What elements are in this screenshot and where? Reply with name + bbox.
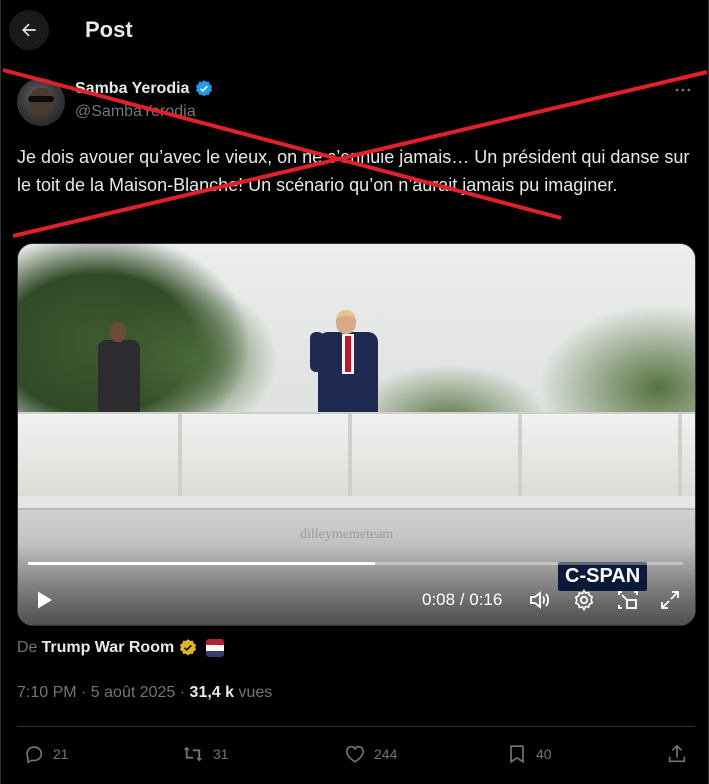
video-player[interactable]: dilleymemeteam C-SPAN 0:08 / 0:16 [17, 243, 696, 626]
settings-icon [574, 588, 594, 612]
views-count: 31,4 k [189, 684, 235, 701]
back-arrow-icon [22, 23, 36, 37]
fullscreen-icon [661, 591, 679, 609]
video-time: 0:08 / 0:16 [422, 590, 503, 609]
video-person-center [310, 310, 382, 414]
video-scrubber[interactable] [28, 562, 683, 565]
top-bar: Post [1, 0, 709, 62]
video-progress-fill [28, 562, 376, 565]
settings-button[interactable] [572, 588, 596, 612]
reply-count: 21 [53, 746, 69, 762]
author-name-link[interactable]: Samba Yerodia [75, 79, 214, 99]
more-button[interactable] [673, 80, 697, 100]
bookmark-icon [510, 745, 524, 764]
like-count: 244 [374, 746, 398, 762]
source-prefix: De [17, 639, 38, 656]
post-detail-view: Post Samba Yerodia @SambaYerodia Je dois… [0, 0, 709, 784]
repost-button[interactable]: 31 [181, 742, 229, 766]
share-button[interactable] [666, 742, 688, 766]
share-icon [668, 744, 686, 763]
post-meta: 7:10 PM · 5 août 2025 · 31,4 k vues [17, 684, 272, 702]
play-icon [38, 591, 52, 609]
reply-icon [26, 746, 43, 764]
page-title: Post [85, 17, 133, 42]
more-icon [675, 88, 691, 92]
bookmark-button[interactable]: 40 [506, 742, 552, 766]
back-button[interactable] [9, 10, 49, 50]
volume-icon [530, 591, 549, 609]
author-handle[interactable]: @SambaYerodia [75, 103, 196, 121]
play-button[interactable] [32, 588, 56, 612]
reply-button[interactable]: 21 [23, 742, 69, 766]
pip-icon [618, 591, 638, 609]
video-watermark: dilleymemeteam [300, 527, 394, 542]
source-name[interactable]: Trump War Room [41, 639, 174, 657]
post-timestamp[interactable]: 7:10 PM · 5 août 2025 · [17, 684, 190, 701]
like-icon [345, 745, 365, 763]
verified-badge-icon [196, 80, 213, 97]
fullscreen-button[interactable] [658, 588, 682, 612]
repost-icon [183, 746, 203, 762]
volume-button[interactable] [528, 588, 552, 612]
tweet-text: Je dois avouer qu’avec le vieux, on ne s… [17, 147, 690, 195]
views-label: vues [234, 684, 273, 701]
source-line: De Trump War Room [17, 638, 225, 658]
broadcaster-logo: C-SPAN [558, 562, 648, 591]
author-name: Samba Yerodia [75, 80, 190, 97]
like-button[interactable]: 244 [344, 742, 397, 766]
bookmark-count: 40 [536, 746, 552, 762]
divider [17, 726, 695, 727]
video-parapet [18, 412, 695, 498]
avatar[interactable] [17, 78, 65, 126]
pip-button[interactable] [616, 588, 640, 612]
video-person-left [96, 322, 142, 414]
verified-badge-icon [180, 639, 197, 656]
flag-icon [206, 639, 225, 657]
repost-count: 31 [213, 746, 229, 762]
